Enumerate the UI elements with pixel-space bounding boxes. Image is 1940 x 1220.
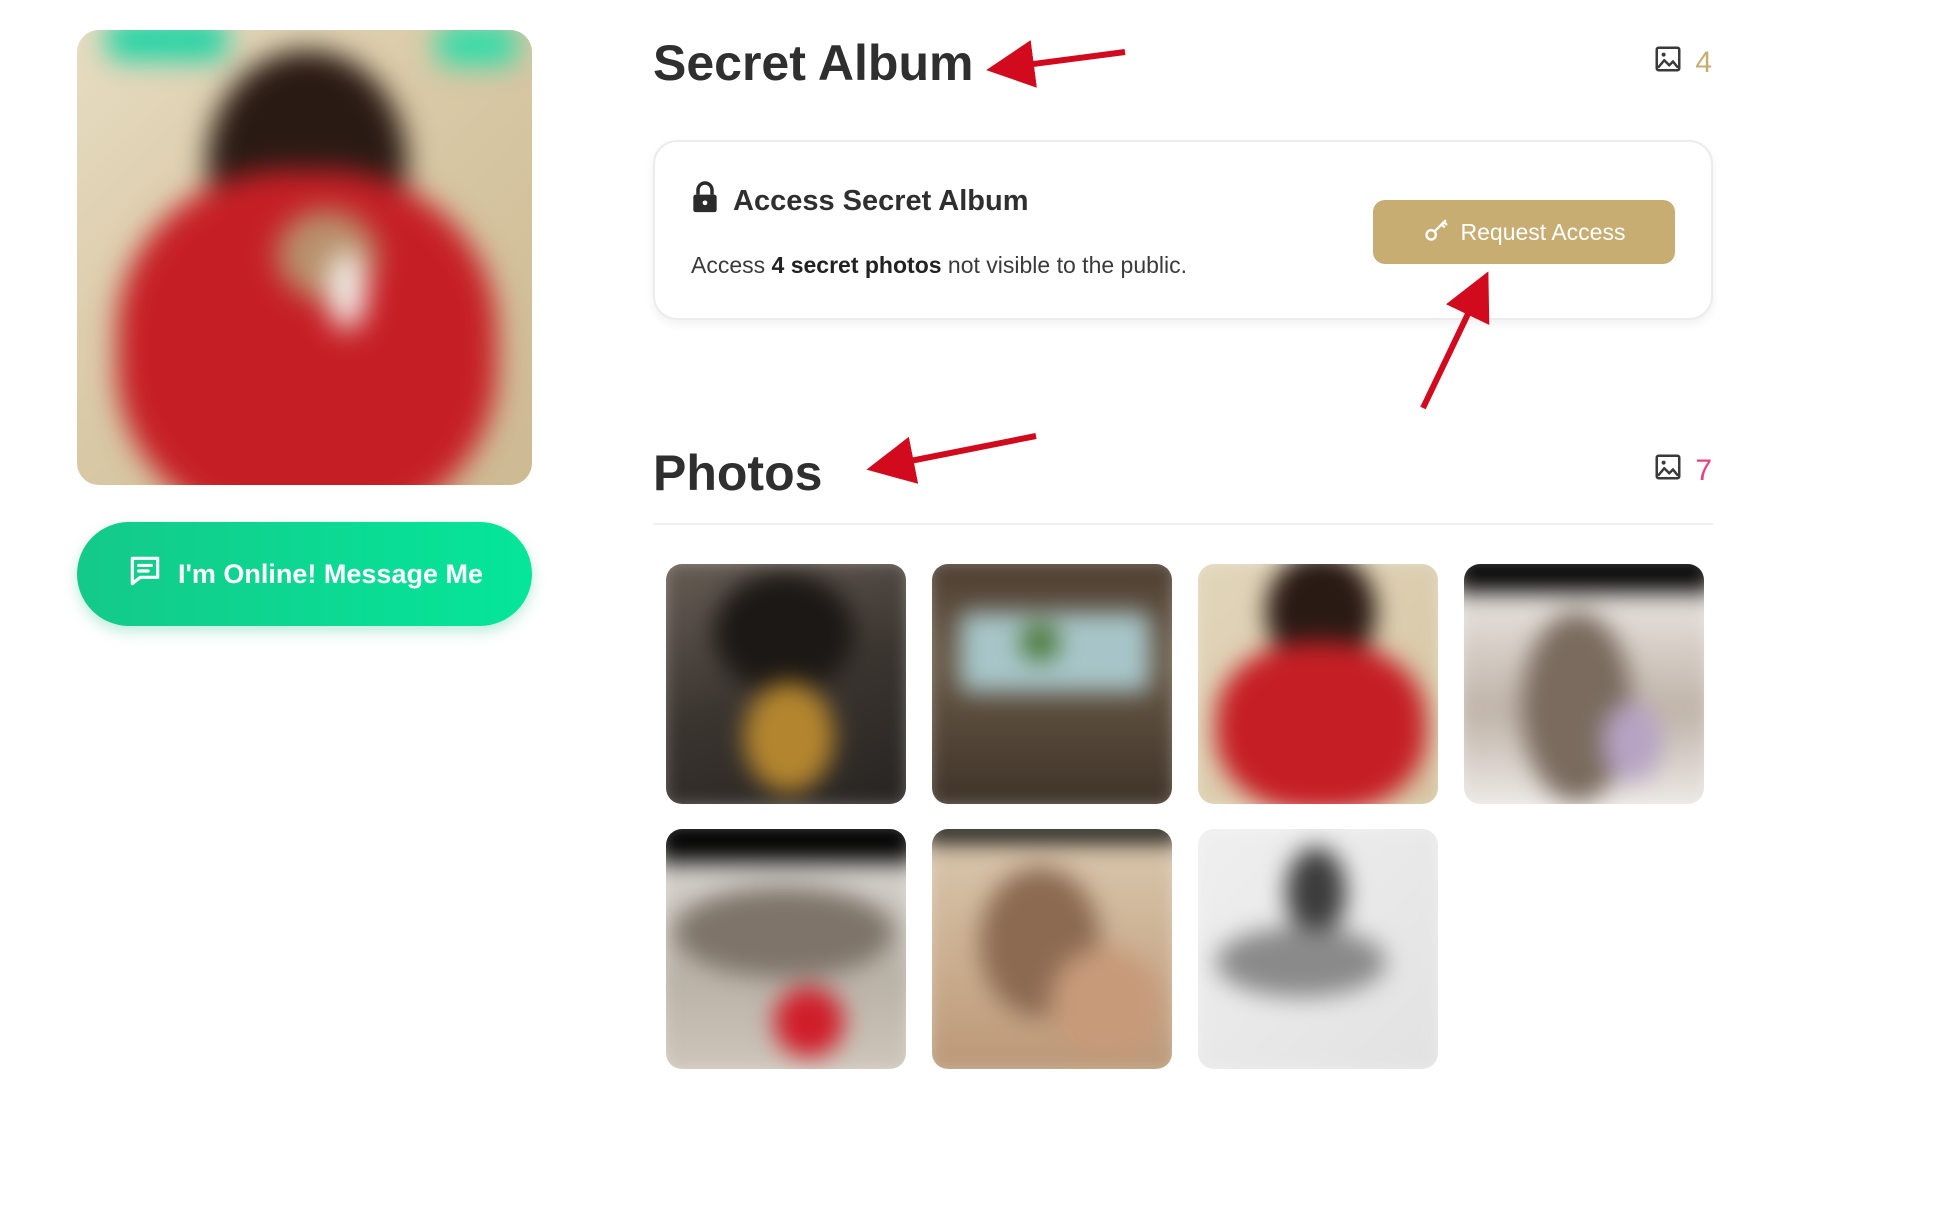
card-heading-label: Access Secret Album bbox=[733, 184, 1029, 217]
lock-icon bbox=[691, 180, 719, 222]
photo-thumbnail[interactable] bbox=[932, 829, 1172, 1069]
secret-album-count: 4 bbox=[1653, 44, 1712, 82]
image-icon bbox=[1653, 452, 1683, 490]
card-heading: Access Secret Album bbox=[691, 180, 1029, 222]
photos-title: Photos bbox=[653, 445, 823, 501]
request-access-button[interactable]: Request Access bbox=[1373, 200, 1675, 264]
arrow-to-photos bbox=[866, 433, 1037, 484]
photos-count: 7 bbox=[1653, 452, 1712, 490]
photos-count-value: 7 bbox=[1695, 454, 1712, 487]
secret-album-card: Access Secret Album Access 4 secret phot… bbox=[653, 140, 1713, 320]
request-access-label: Request Access bbox=[1460, 218, 1626, 245]
photo-thumbnail[interactable] bbox=[932, 564, 1172, 804]
photo-thumbnail[interactable] bbox=[1464, 564, 1704, 804]
desc-count: 4 bbox=[771, 252, 785, 278]
profile-photo[interactable] bbox=[77, 30, 532, 485]
divider bbox=[653, 523, 1713, 525]
photo-thumbnail[interactable] bbox=[1198, 564, 1438, 804]
secret-album-title: Secret Album bbox=[653, 35, 974, 91]
desc-bold: secret photos bbox=[790, 252, 942, 278]
card-description: Access 4 secret photos not visible to th… bbox=[691, 252, 1187, 279]
desc-prefix: Access bbox=[691, 252, 772, 278]
chat-icon bbox=[126, 552, 164, 597]
desc-suffix: not visible to the public. bbox=[941, 252, 1188, 278]
key-icon bbox=[1423, 215, 1451, 249]
photo-thumbnail[interactable] bbox=[1198, 829, 1438, 1069]
message-me-button[interactable]: I'm Online! Message Me bbox=[77, 522, 532, 626]
secret-album-count-value: 4 bbox=[1695, 46, 1712, 79]
photo-thumbnail[interactable] bbox=[666, 829, 906, 1069]
photo-thumbnail[interactable] bbox=[666, 564, 906, 804]
message-me-label: I'm Online! Message Me bbox=[177, 558, 483, 589]
arrow-to-secret-album bbox=[986, 40, 1126, 88]
image-icon bbox=[1653, 44, 1683, 82]
